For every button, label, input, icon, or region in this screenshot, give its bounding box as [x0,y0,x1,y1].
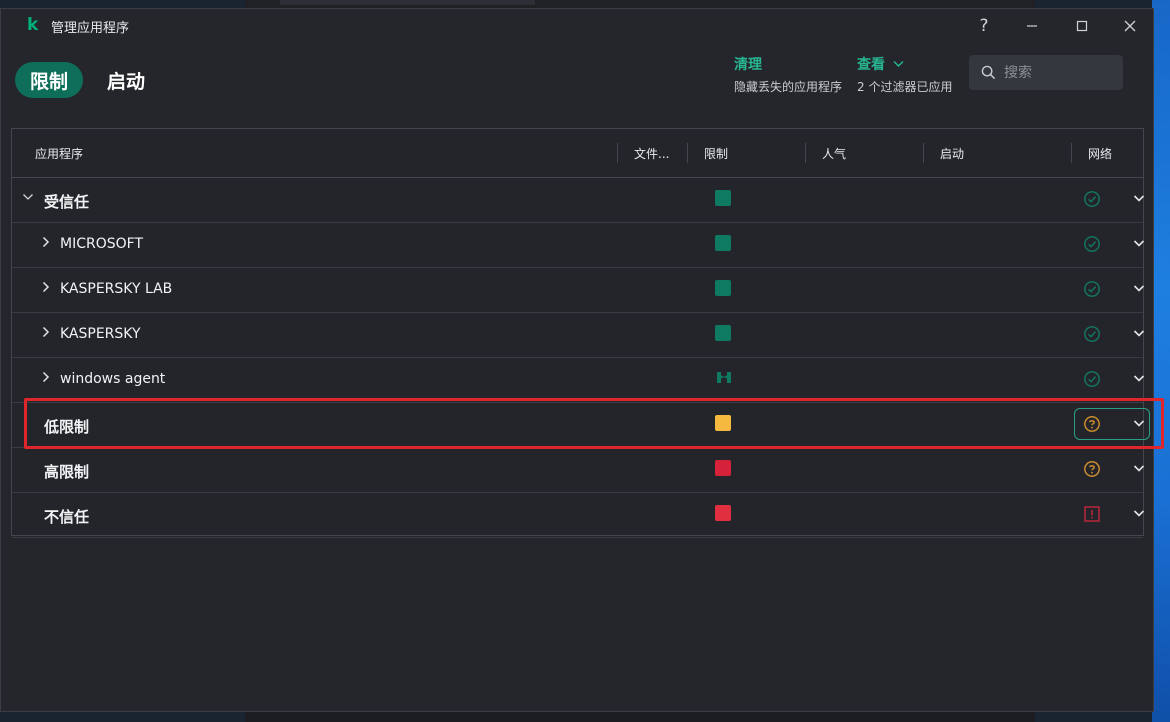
highlight-annotation [24,398,1164,449]
view-action-title: 查看 [857,57,885,73]
chevron-down-icon[interactable] [1131,370,1147,386]
restriction-status-square[interactable] [715,460,731,476]
window-title: 管理应用程序 [51,21,130,36]
column-divider[interactable] [805,143,806,163]
column-header-startup[interactable]: 启动 [940,145,964,162]
expand-arrow-icon[interactable] [40,236,52,252]
column-divider[interactable] [617,143,618,163]
question-circle-icon[interactable] [1083,460,1101,478]
check-circle-icon[interactable] [1083,325,1101,343]
row-label: KASPERSKY [60,326,141,342]
table-row[interactable]: MICROSOFT [12,223,1145,268]
minimize-icon [1027,25,1037,27]
expand-arrow-icon[interactable] [40,281,52,297]
chevron-down-icon [893,60,904,68]
row-label: windows agent [60,371,166,387]
help-icon: ? [979,16,989,36]
column-header-application[interactable]: 应用程序 [35,145,83,162]
restriction-status-square[interactable] [715,190,731,206]
chevron-down-icon[interactable] [1131,505,1147,521]
view-action-subtitle: 2 个过滤器已应用 [857,80,953,94]
column-header-restriction[interactable]: 限制 [704,145,728,162]
tab-startup[interactable]: 启动 [107,67,145,94]
user-shield-icon[interactable] [715,369,731,385]
alert-square-icon[interactable] [1083,505,1101,523]
tab-bar: 限制 启动 [15,62,145,98]
check-circle-icon[interactable] [1083,370,1101,388]
chevron-down-icon[interactable] [1131,190,1147,206]
table-row[interactable]: 不信任 [12,493,1145,538]
row-label: MICROSOFT [60,236,143,252]
row-label: 高限制 [44,463,90,481]
chevron-down-icon[interactable] [1131,235,1147,251]
column-divider[interactable] [687,143,688,163]
restriction-status-square[interactable] [715,235,731,251]
expand-arrow-icon[interactable] [40,326,52,342]
desktop-background-bottom [245,712,1035,722]
table-row[interactable]: 高限制 [12,448,1145,493]
search-icon [981,65,996,80]
desktop-wallpaper [1152,0,1170,722]
collapse-arrow-icon[interactable] [22,191,34,207]
table-row[interactable]: windows agent [12,358,1145,403]
column-header-file[interactable]: 文件... [634,145,669,162]
restriction-status-square[interactable] [715,280,731,296]
maximize-button[interactable] [1061,11,1103,41]
maximize-icon [1076,20,1088,32]
column-divider[interactable] [923,143,924,163]
table-header: 应用程序 文件... 限制 人气 启动 网络 [12,129,1143,178]
row-label: KASPERSKY LAB [60,281,173,297]
restriction-status-square[interactable] [715,505,731,521]
column-divider[interactable] [1071,143,1072,163]
manage-applications-window: k 管理应用程序 ? 限制 启动 清理 隐藏丢失的应用程序 查看 2 个过滤器已… [0,8,1154,712]
clean-action[interactable]: 清理 隐藏丢失的应用程序 [734,54,842,95]
check-circle-icon[interactable] [1083,190,1101,208]
search-input[interactable] [1004,64,1114,81]
close-button[interactable] [1109,11,1151,41]
applications-table: 应用程序 文件... 限制 人气 启动 网络 受信任 MICROSOFT KASPE… [11,128,1150,538]
clean-action-title: 清理 [734,57,762,73]
row-label: 受信任 [44,193,90,211]
view-action[interactable]: 查看 2 个过滤器已应用 [857,54,952,95]
title-bar: k 管理应用程序 ? [1,9,1153,43]
chevron-down-icon[interactable] [1131,325,1147,341]
minimize-button[interactable] [1011,11,1053,41]
check-circle-icon[interactable] [1083,235,1101,253]
expand-arrow-icon[interactable] [40,371,52,387]
desktop-background-top [245,0,1035,8]
restriction-status-square[interactable] [715,325,731,341]
table-row[interactable]: 受信任 [12,178,1145,223]
close-icon [1124,20,1136,32]
table-row[interactable]: KASPERSKY LAB [12,268,1145,313]
background-window-strip [280,0,535,5]
table-row[interactable]: KASPERSKY [12,313,1145,358]
chevron-down-icon[interactable] [1131,280,1147,296]
column-header-popularity[interactable]: 人气 [822,145,846,162]
row-label: 不信任 [44,508,90,526]
kaspersky-logo-icon: k [27,15,39,35]
tab-restrictions[interactable]: 限制 [15,62,84,98]
search-box[interactable] [969,55,1123,90]
chevron-down-icon[interactable] [1131,460,1147,476]
check-circle-icon[interactable] [1083,280,1101,298]
clean-action-subtitle: 隐藏丢失的应用程序 [734,80,843,94]
column-header-network[interactable]: 网络 [1088,145,1112,162]
help-button[interactable]: ? [963,11,1005,41]
